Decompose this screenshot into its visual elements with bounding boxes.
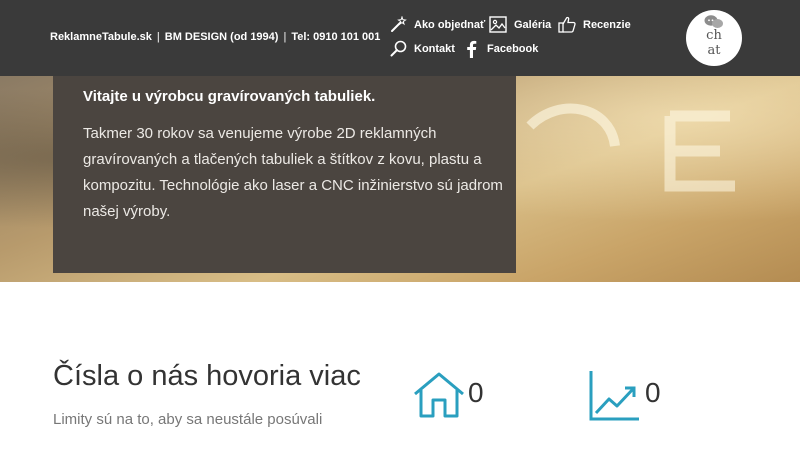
nav-ako-objednat[interactable]: Ako objednať [390, 16, 485, 33]
facebook-icon [467, 40, 477, 58]
nav-label: Recenzie [583, 18, 631, 31]
stat-value-orders: 0 [468, 377, 484, 408]
site-header: ReklamneTabule.sk | BM DESIGN (od 1994) | Te… [0, 0, 800, 76]
brand-separator: | [156, 31, 160, 43]
page: ReklamneTabule.sk | BM DESIGN (od 1994) | Te… [0, 0, 800, 450]
welcome-title: Vitajte u výrobcu gravírovaných tabuliek… [83, 88, 376, 105]
brand-info: ReklamneTabule.sk | BM DESIGN (od 1994) | Te… [50, 31, 380, 43]
welcome-card: Vitajte u výrobcu gravírovaných tabuliek… [53, 76, 516, 327]
nav-galeria[interactable]: Galéria [489, 16, 551, 33]
thumbs-up-icon [558, 16, 576, 33]
magic-wand-icon [391, 16, 407, 32]
chat-label-line2: at [707, 43, 721, 58]
site-name[interactable]: ReklamneTabule.sk [50, 31, 152, 43]
image-icon [489, 16, 507, 33]
chat-label-line1: ch [706, 28, 722, 43]
phone-number[interactable]: Tel: 0910 101 001 [291, 31, 380, 43]
stat-value-growth: 0 [645, 377, 661, 408]
stats-heading: Čísla o nás hovoria viac [53, 360, 361, 392]
engraved-letters-decoration [526, 103, 735, 192]
nav-label: Galéria [514, 18, 552, 31]
search-icon [390, 40, 407, 57]
nav-kontakt[interactable]: Kontakt [390, 40, 455, 57]
nav-facebook[interactable]: Facebook [464, 40, 538, 58]
scroll-down-button[interactable] [436, 293, 470, 327]
nav-recenzie[interactable]: Recenzie [558, 16, 631, 33]
brand-separator: | [283, 31, 287, 43]
nav-label: Facebook [487, 43, 539, 55]
arrow-down-icon [444, 300, 462, 321]
house-icon [413, 372, 465, 423]
welcome-text: Takmer 30 rokov sa venujeme výrobe 2D re… [83, 125, 503, 220]
chat-button[interactable]: ch at [686, 10, 742, 66]
engraved-metal-background [520, 86, 780, 259]
chat-label: ch at [686, 28, 742, 58]
company-name: BM DESIGN (od 1994) [164, 31, 279, 43]
nav-label: Kontakt [414, 42, 455, 55]
nav-label: Ako objednať [414, 18, 486, 31]
stats-subheading: Limity sú na to, aby sa neustále posúval… [53, 411, 323, 428]
trend-up-chart-icon [589, 369, 641, 426]
